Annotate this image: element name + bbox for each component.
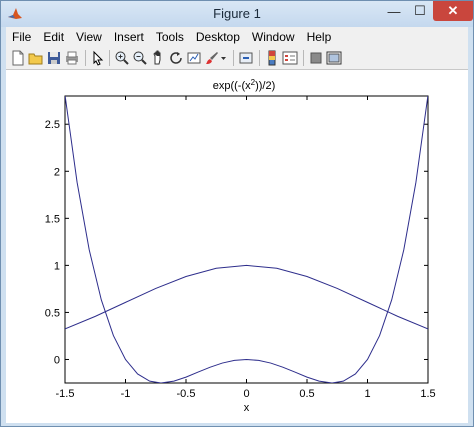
print-icon[interactable] — [64, 50, 80, 66]
minimize-button[interactable]: — — [381, 1, 407, 21]
x-tick-label: -1.5 — [56, 388, 75, 400]
x-tick-label: 1 — [364, 388, 370, 400]
zoom-out-icon[interactable] — [132, 50, 148, 66]
y-tick-label: 1.5 — [45, 213, 60, 225]
menu-help[interactable]: Help — [301, 30, 338, 44]
open-file-icon[interactable] — [28, 50, 44, 66]
brush-dropdown-icon[interactable] — [220, 50, 228, 66]
y-tick-label: 2.5 — [45, 119, 60, 131]
x-axis-label: x — [244, 402, 250, 414]
show-plot-tools-icon[interactable] — [326, 50, 342, 66]
figure-window: Figure 1 — ☐ ✕ File Edit View Insert Too… — [0, 0, 474, 427]
menu-view[interactable]: View — [70, 30, 108, 44]
toolbar-separator — [109, 50, 110, 66]
menu-window[interactable]: Window — [246, 30, 301, 44]
plot-area[interactable]: exp((-(x2))/2) -1.5 -1 -0.5 0 0.5 1 1.5 0 0.5 1 1.… — [6, 70, 468, 423]
brush-icon[interactable] — [204, 50, 220, 66]
toolbar-separator — [303, 50, 304, 66]
x-tick-label: 0 — [243, 388, 249, 400]
pan-icon[interactable] — [150, 50, 166, 66]
maximize-button[interactable]: ☐ — [407, 1, 433, 21]
x-tick-label: -0.5 — [177, 388, 196, 400]
colorbar-icon[interactable] — [264, 50, 280, 66]
hide-plot-tools-icon[interactable] — [308, 50, 324, 66]
menu-tools[interactable]: Tools — [150, 30, 190, 44]
menu-desktop[interactable]: Desktop — [190, 30, 246, 44]
data-cursor-icon[interactable] — [186, 50, 202, 66]
close-button[interactable]: ✕ — [433, 1, 473, 21]
toolbar-separator — [259, 50, 260, 66]
legend-icon[interactable] — [282, 50, 298, 66]
figure-canvas: exp((-(x2))/2) -1.5 -1 -0.5 0 0.5 1 1.5 0 0.5 1 1.… — [6, 70, 468, 423]
save-icon[interactable] — [46, 50, 62, 66]
toolbar-separator — [233, 50, 234, 66]
y-tick-label: 0.5 — [45, 307, 60, 319]
new-figure-icon[interactable] — [10, 50, 26, 66]
pointer-icon[interactable] — [90, 50, 106, 66]
axes-box — [64, 95, 429, 384]
menu-insert[interactable]: Insert — [108, 30, 150, 44]
link-plot-icon[interactable] — [238, 50, 254, 66]
title-bar[interactable]: Figure 1 — ☐ ✕ — [1, 1, 473, 27]
menu-file[interactable]: File — [6, 30, 37, 44]
menu-edit[interactable]: Edit — [37, 30, 70, 44]
y-tick-label: 1 — [54, 260, 60, 272]
zoom-in-icon[interactable] — [114, 50, 130, 66]
figure-toolbar — [6, 46, 468, 70]
chart-title: exp((-(x2))/2) — [213, 78, 276, 92]
menu-bar: File Edit View Insert Tools Desktop Wind… — [6, 27, 468, 46]
x-tick-label: 1.5 — [420, 388, 435, 400]
y-tick-label: 0 — [54, 354, 60, 366]
toolbar-separator — [85, 50, 86, 66]
y-tick-label: 2 — [54, 166, 60, 178]
x-tick-label: 0.5 — [299, 388, 314, 400]
x-tick-label: -1 — [121, 388, 131, 400]
rotate-icon[interactable] — [168, 50, 184, 66]
